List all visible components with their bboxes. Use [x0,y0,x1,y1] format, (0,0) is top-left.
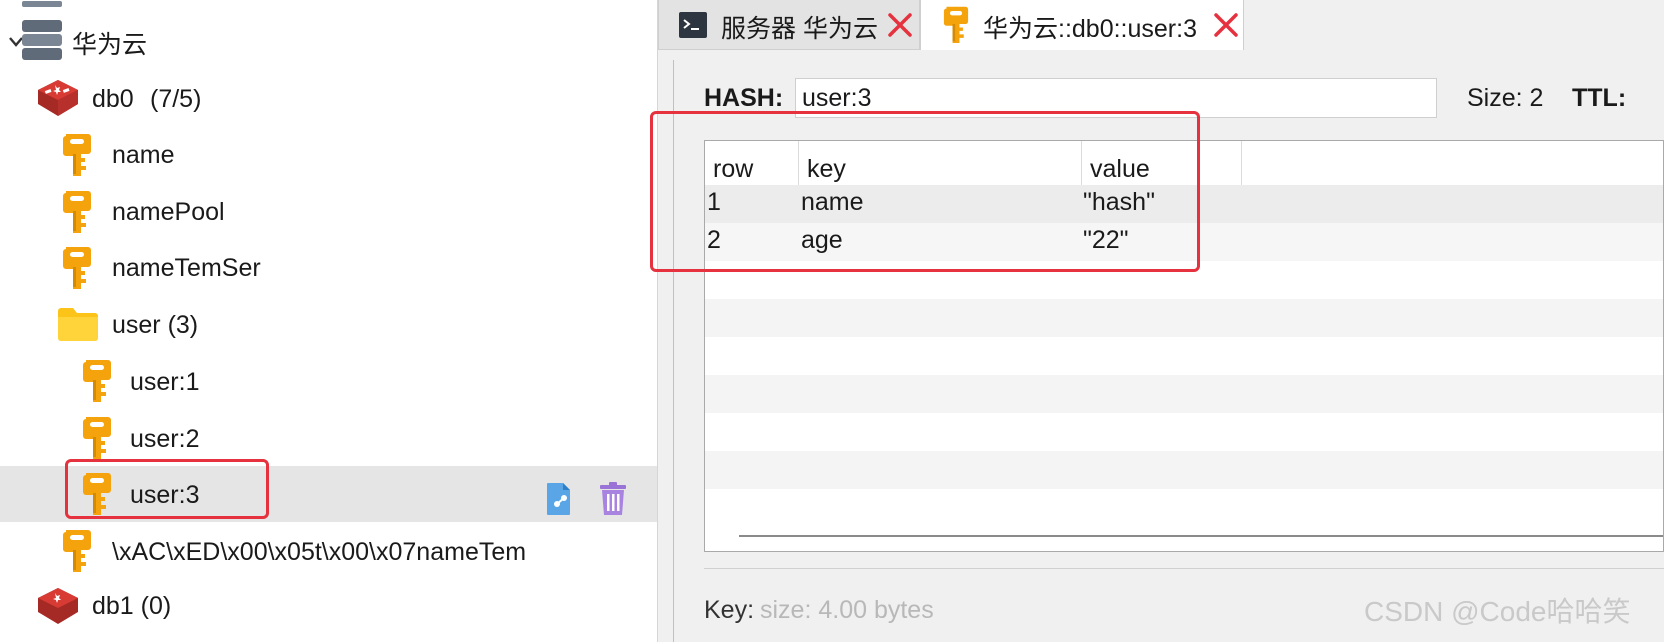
cell-row: 1 [707,188,721,216]
key-label: namePool [112,198,225,226]
watermark: CSDN @Code哈哈笑 [1364,596,1631,627]
empty-row [705,261,1663,299]
value-key-label: Key: [704,596,755,624]
tree-item-user-key-selected[interactable]: user:3 [0,466,657,522]
key-label: user:3 [130,481,200,509]
terminal-icon [679,12,707,38]
key-actions [544,482,626,516]
tab-bar: 服务器 华为云 华为云::db0::user:3 [658,0,1664,50]
db0-count: (7/5) [150,85,202,113]
table-row[interactable]: 1 name "hash" [705,185,1663,223]
key-icon [82,358,112,402]
tree-item-connection[interactable]: 华为云 [0,12,657,68]
key-label: \xAC\xED\x00\x05t\x00\x07nameTem [112,538,527,566]
connection-tree: 华为云 db0 (7/5) name namePool nameTemSer u… [0,0,657,642]
horizontal-scrollbar[interactable] [739,535,1663,537]
key-label: nameTemSer [112,254,261,282]
empty-row [705,375,1663,413]
key-icon [62,528,92,572]
tree-item-key[interactable]: nameTemSer [0,240,657,296]
tree-item-user-key[interactable]: user:2 [0,410,657,466]
key-icon [62,245,92,289]
key-header: HASH: Size: 2 TTL: [692,78,1664,120]
cell-key: name [801,188,864,216]
db1-label: db1 (0) [92,592,172,620]
folder-icon [58,307,98,341]
tree-item-user-key[interactable]: user:1 [0,353,657,409]
key-label: name [112,141,175,169]
empty-row [705,337,1663,375]
size-label: Size: 2 [1467,84,1544,112]
key-icon [62,132,92,176]
empty-row [705,451,1663,489]
key-type-label: HASH: [704,84,784,112]
close-icon[interactable] [1213,12,1239,38]
key-name-input[interactable] [795,78,1437,118]
delete-icon[interactable] [600,482,626,516]
server-stack-icon [22,0,62,7]
tab-key-label: 华为云::db0::user:3 [983,15,1197,43]
key-label: user:1 [130,368,200,396]
ttl-label: TTL: [1572,84,1627,112]
folder-label: user (3) [112,311,199,339]
pane-splitter[interactable] [657,0,692,642]
value-size-hint: size: 4.00 bytes [760,596,934,624]
connection-label: 华为云 [72,31,148,59]
redis-database-icon [36,586,80,626]
key-icon [82,415,112,459]
cell-row: 2 [707,226,721,254]
empty-row [705,489,1663,527]
hash-table: row key value 1 name "hash" 2 age "22" [704,140,1664,552]
divider [704,568,1664,569]
cell-key: age [801,226,843,254]
tab-server[interactable]: 服务器 华为云 [658,0,920,50]
key-icon [82,471,112,515]
tree-item-db1[interactable]: db1 (0) [0,580,657,642]
key-label: user:2 [130,425,200,453]
cell-value: "22" [1083,226,1129,254]
table-row[interactable]: 2 age "22" [705,223,1663,261]
cell-value: "hash" [1083,188,1155,216]
tab-key-user3[interactable]: 华为云::db0::user:3 [920,0,1244,50]
server-stack-icon [22,20,62,62]
copy-icon[interactable] [544,482,574,516]
empty-row [705,299,1663,337]
tree-item-key[interactable]: namePool [0,184,657,240]
tree-item-key[interactable]: name [0,127,657,183]
key-icon [943,5,969,43]
close-icon[interactable] [887,12,913,38]
tree-item-folder-user[interactable]: user (3) [0,297,657,353]
db0-label: db0 [92,85,134,113]
empty-row [705,413,1663,451]
key-editor-pane: 服务器 华为云 华为云::db0::user:3 HASH: Size: 2 T… [650,0,1664,642]
key-icon [62,189,92,233]
tree-item-db0[interactable]: db0 (7/5) [0,70,657,126]
redis-database-icon [36,78,80,118]
tree-item-serialized-key[interactable]: \xAC\xED\x00\x05t\x00\x07nameTem [0,523,657,579]
tab-server-label: 服务器 华为云 [721,15,878,43]
